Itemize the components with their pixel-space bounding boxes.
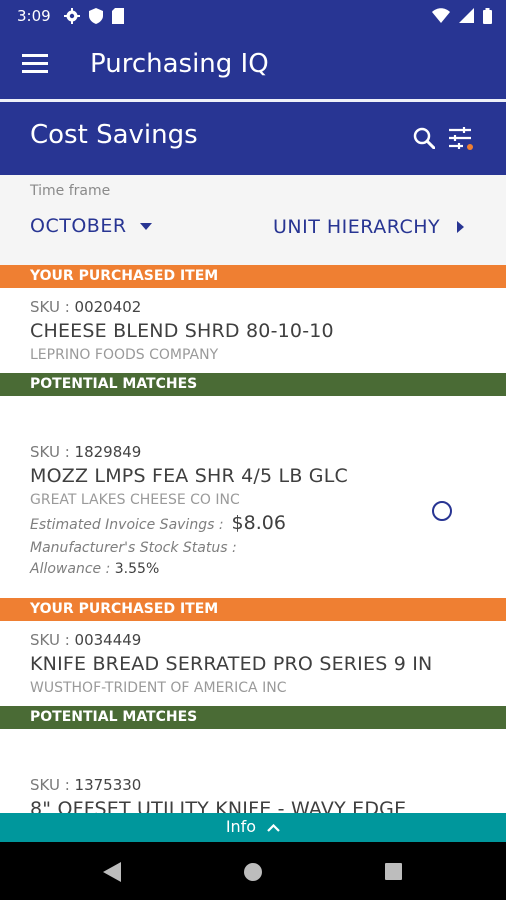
section-header-label: YOUR PURCHASED ITEM (30, 268, 219, 284)
potential-match-card[interactable]: SKU : 1829849 MOZZ LMPS FEA SHR 4/5 LB G… (0, 396, 506, 598)
sku-line: SKU : 0034449 (30, 631, 141, 649)
sku-label: SKU : (30, 443, 70, 461)
potential-matches-header: POTENTIAL MATCHES (0, 373, 506, 396)
allowance-line: Allowance : 3.55% (30, 561, 159, 577)
product-name: MOZZ LMPS FEA SHR 4/5 LB GLC (30, 465, 348, 487)
shield-icon (89, 8, 103, 24)
allowance-value: 3.55% (114, 561, 160, 577)
purchased-item-card[interactable]: SKU : 0020402 CHEESE BLEND SHRD 80-10-10… (0, 288, 506, 373)
back-icon[interactable] (103, 862, 121, 882)
battery-icon (483, 8, 492, 24)
caret-right-icon[interactable] (457, 221, 464, 233)
gear-icon (64, 8, 80, 24)
info-bar[interactable]: Info (0, 813, 506, 842)
sku-label: SKU : (30, 298, 70, 316)
stock-status-label: Manufacturer's Stock Status : (30, 540, 237, 556)
app-title: Purchasing IQ (90, 49, 269, 79)
purchased-item-header: YOUR PURCHASED ITEM (0, 265, 506, 288)
page-title: Cost Savings (30, 120, 198, 150)
month-dropdown[interactable]: OCTOBER (30, 215, 127, 237)
timeframe-panel: Time frame OCTOBER UNIT HIERARCHY (0, 175, 506, 265)
sku-value: 0020402 (74, 298, 142, 316)
filter-settings-icon[interactable] (449, 127, 475, 151)
search-icon[interactable] (413, 127, 435, 149)
signal-icon (459, 8, 474, 23)
product-name: 8" OFFSET UTILITY KNIFE - WAVY EDGE (30, 798, 407, 813)
sku-line: SKU : 1375330 (30, 776, 141, 794)
potential-matches-header: POTENTIAL MATCHES (0, 706, 506, 729)
sim-card-icon (112, 8, 124, 24)
select-match-radio[interactable] (432, 501, 452, 521)
purchased-item-header: YOUR PURCHASED ITEM (0, 598, 506, 621)
product-name: KNIFE BREAD SERRATED PRO SERIES 9 IN (30, 653, 433, 675)
vendor-name: LEPRINO FOODS COMPANY (30, 347, 219, 363)
section-header-label: POTENTIAL MATCHES (30, 709, 198, 725)
sku-line: SKU : 1829849 (30, 443, 141, 461)
hamburger-menu-icon[interactable] (22, 53, 48, 73)
savings-value: $8.06 (231, 512, 286, 534)
status-bar: 3:09 (0, 0, 506, 33)
purchased-item-card[interactable]: SKU : 0034449 KNIFE BREAD SERRATED PRO S… (0, 621, 506, 706)
info-label: Info (225, 817, 257, 836)
allowance-label: Allowance : (30, 561, 111, 577)
unit-hierarchy-button[interactable]: UNIT HIERARCHY (273, 216, 440, 238)
potential-match-card[interactable]: SKU : 1375330 8" OFFSET UTILITY KNIFE - … (0, 729, 506, 813)
wifi-icon (432, 8, 450, 23)
timeframe-label: Time frame (30, 183, 111, 199)
sku-value: 0034449 (74, 631, 142, 649)
savings-label: Estimated Invoice Savings : (30, 517, 224, 533)
savings-line: Estimated Invoice Savings : $8.06 (30, 512, 286, 534)
sku-line: SKU : 0020402 (30, 298, 141, 316)
vendor-name: WUSTHOF-TRIDENT OF AMERICA INC (30, 680, 287, 696)
sku-label: SKU : (30, 776, 70, 794)
recents-icon[interactable] (385, 863, 402, 880)
sku-label: SKU : (30, 631, 70, 649)
system-nav-bar (0, 842, 506, 900)
page-header: Cost Savings (0, 102, 506, 175)
section-header-label: POTENTIAL MATCHES (30, 376, 198, 392)
vendor-name: GREAT LAKES CHEESE CO INC (30, 492, 240, 508)
caret-down-icon[interactable] (140, 223, 152, 230)
sku-value: 1829849 (74, 443, 142, 461)
status-time: 3:09 (17, 7, 51, 25)
app-bar: Purchasing IQ (0, 33, 506, 99)
section-header-label: YOUR PURCHASED ITEM (30, 601, 219, 617)
product-name: CHEESE BLEND SHRD 80-10-10 (30, 320, 334, 342)
sku-value: 1375330 (74, 776, 142, 794)
home-icon[interactable] (244, 863, 262, 881)
chevron-up-icon (267, 823, 280, 832)
